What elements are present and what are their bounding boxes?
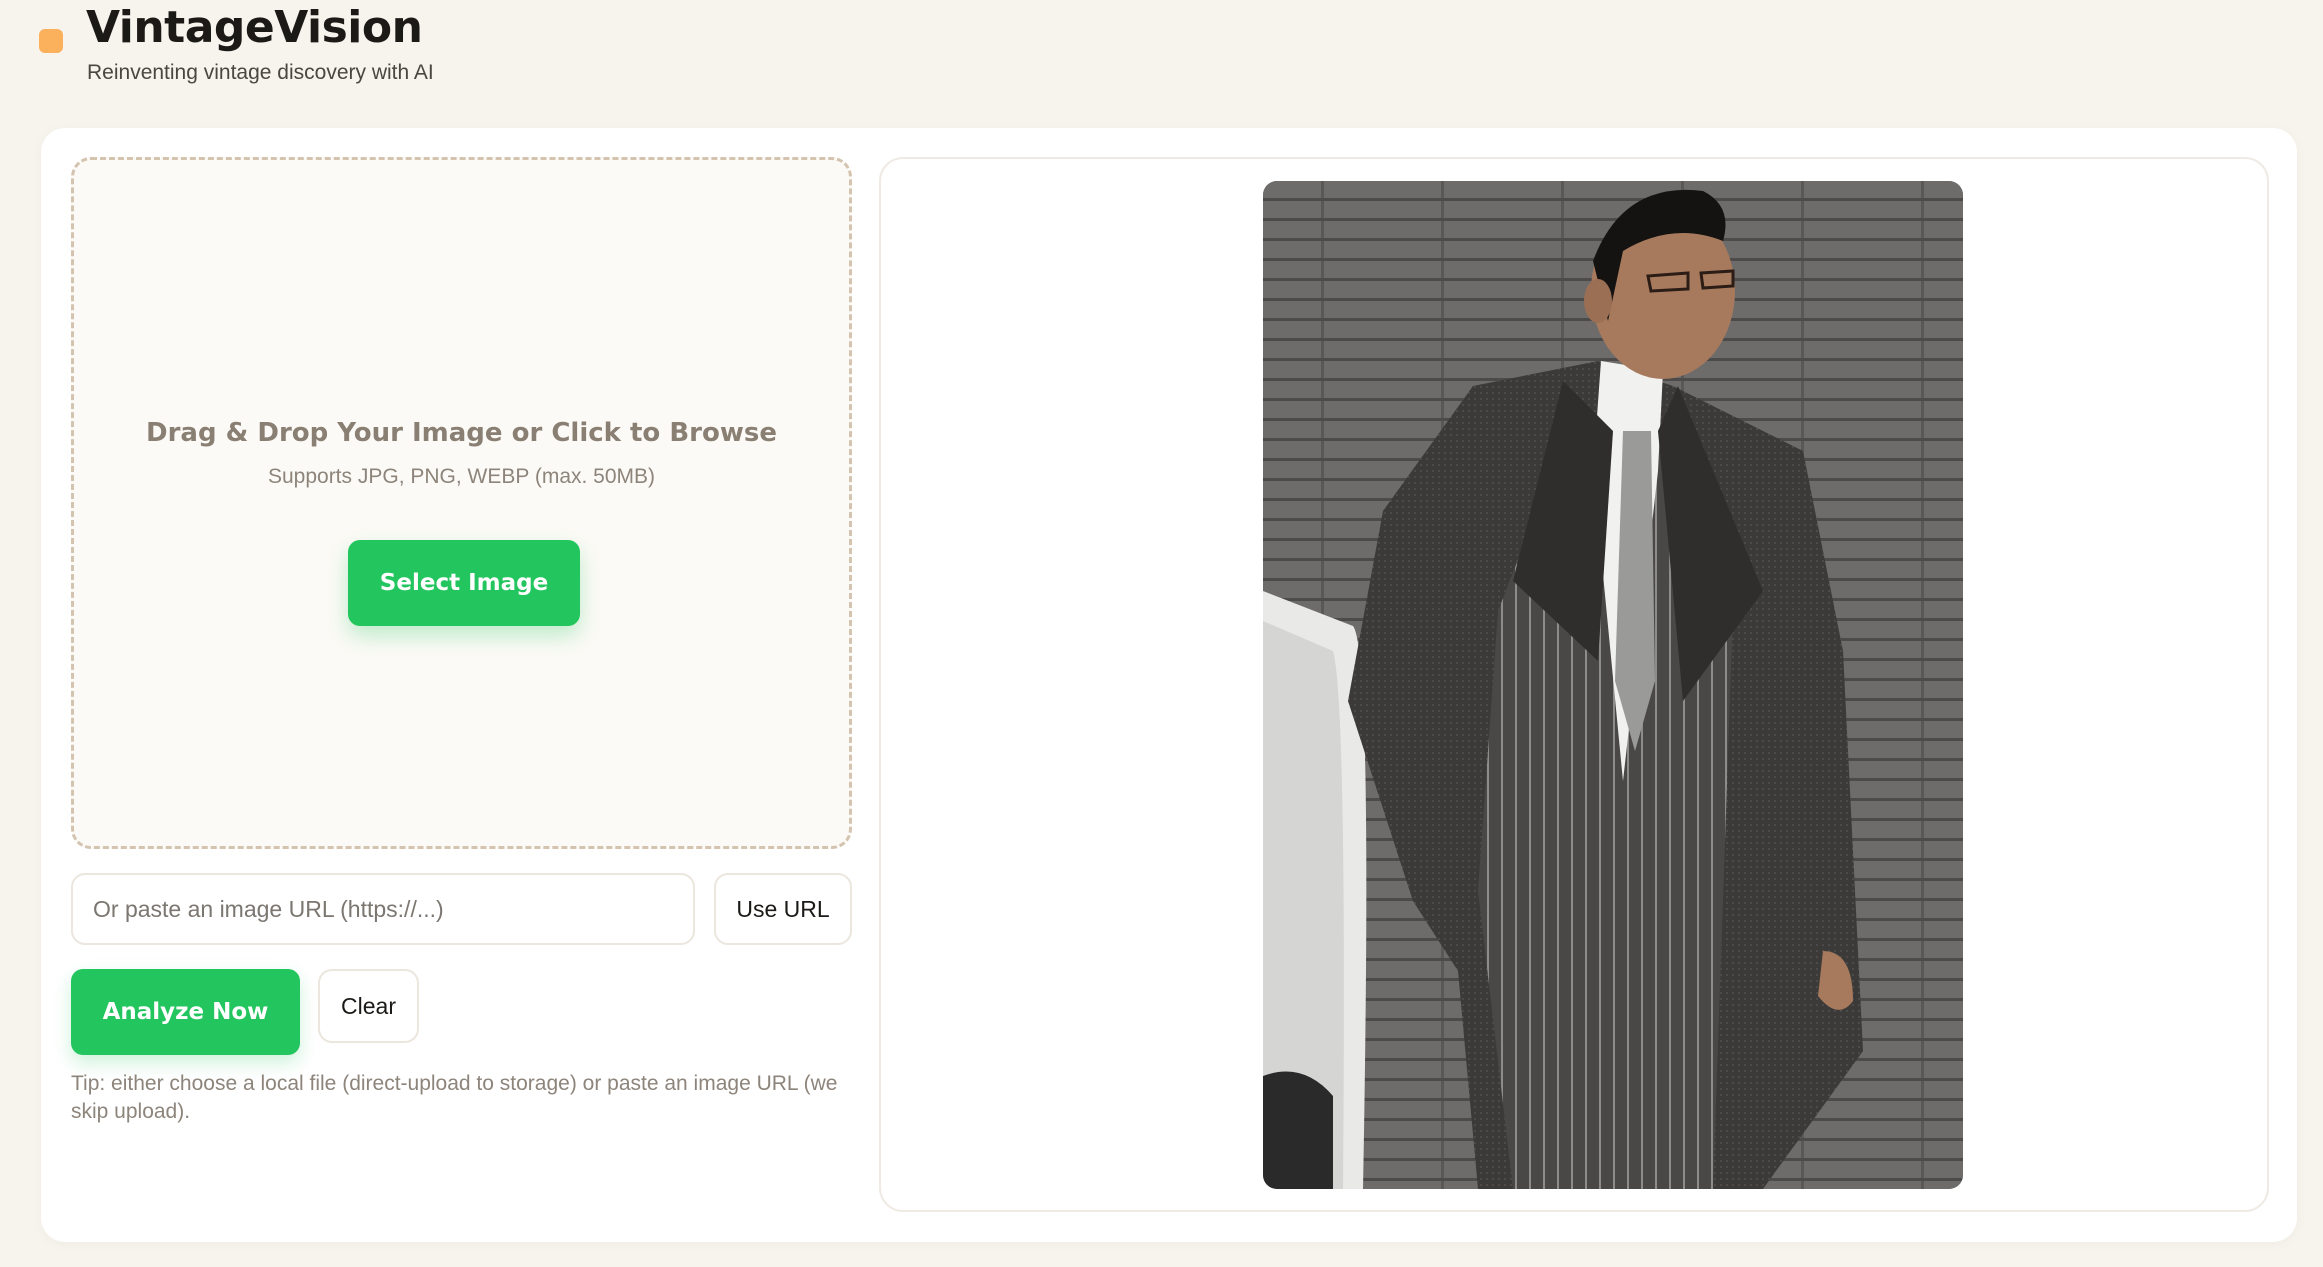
app-title: VintageVision: [86, 2, 423, 53]
analyze-now-button[interactable]: Analyze Now: [71, 969, 300, 1055]
app-header: VintageVision Reinventing vintage discov…: [0, 0, 2323, 128]
image-preview-panel: [879, 157, 2269, 1212]
tip-text: Tip: either choose a local file (direct-…: [71, 1072, 838, 1123]
main-card: Drag & Drop Your Image or Click to Brows…: [41, 128, 2297, 1242]
image-dropzone[interactable]: Drag & Drop Your Image or Click to Brows…: [71, 157, 852, 849]
logo-icon: [39, 29, 63, 53]
app-subtitle: Reinventing vintage discovery with AI: [87, 61, 434, 84]
image-url-input[interactable]: [71, 873, 695, 945]
clear-button[interactable]: Clear: [318, 969, 419, 1043]
preview-photo-illustration: [1263, 181, 1963, 1189]
dropzone-title: Drag & Drop Your Image or Click to Brows…: [146, 418, 777, 448]
select-image-button[interactable]: Select Image: [348, 540, 580, 626]
preview-image: [1263, 181, 1963, 1189]
dropzone-hint: Supports JPG, PNG, WEBP (max. 50MB): [267, 465, 656, 488]
use-url-button[interactable]: Use URL: [714, 873, 852, 945]
